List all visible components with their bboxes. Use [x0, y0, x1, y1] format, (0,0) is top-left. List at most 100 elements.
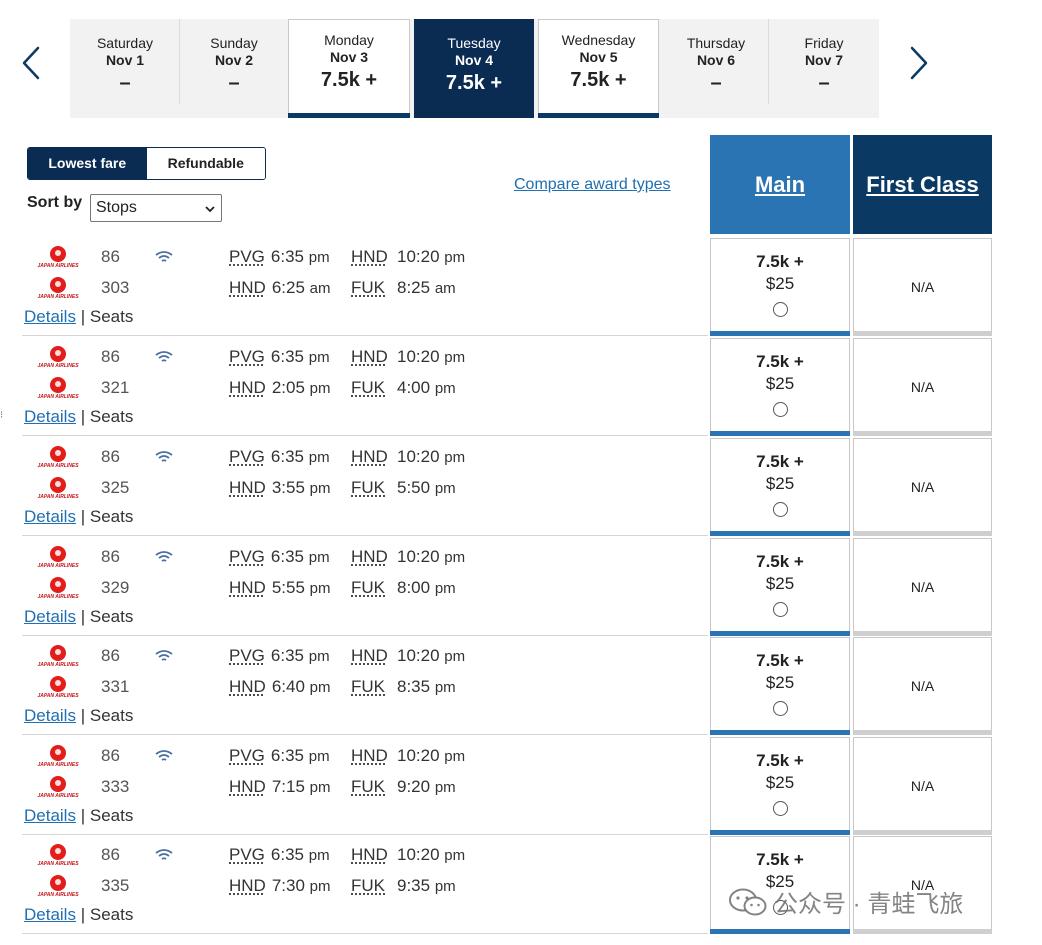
seats-link[interactable]: Seats: [90, 905, 133, 924]
origin-airport[interactable]: PVG: [229, 646, 265, 665]
seats-link[interactable]: Seats: [90, 706, 133, 725]
date-tab-monday[interactable]: Monday Nov 3 7.5k +: [288, 19, 410, 118]
main-fare-cell[interactable]: 7.5k + $25: [710, 438, 850, 536]
row-links: Details | Seats: [24, 607, 133, 627]
flight-segment: HND 3:55 pm FUK 5:50 pm: [229, 478, 456, 498]
date-tab-friday[interactable]: Friday Nov 7 –: [769, 19, 879, 111]
destination-airport[interactable]: FUK: [351, 278, 385, 298]
japan-airlines-logo: JAPAN AIRLINES: [36, 644, 80, 670]
origin-airport[interactable]: HND: [229, 677, 266, 696]
arrival-time: 9:20 pm: [397, 777, 456, 797]
main-fare-cell[interactable]: 7.5k + $25: [710, 637, 850, 735]
details-link[interactable]: Details: [24, 806, 76, 825]
flight-number: 86: [101, 746, 120, 765]
destination-airport[interactable]: HND: [351, 845, 388, 865]
flight-segment: HND 7:30 pm FUK 9:35 pm: [229, 876, 456, 896]
crane-logo-icon: [50, 676, 66, 692]
first-class-na: N/A: [910, 778, 935, 794]
origin-airport[interactable]: HND: [229, 876, 266, 895]
fare-radio[interactable]: [772, 502, 788, 517]
date-tab-wednesday[interactable]: Wednesday Nov 5 7.5k +: [538, 19, 659, 118]
destination-airport[interactable]: FUK: [351, 378, 385, 398]
seats-link[interactable]: Seats: [90, 407, 133, 426]
links-separator: |: [80, 905, 86, 924]
refundable-button[interactable]: Refundable: [146, 148, 265, 179]
departure-ampm: pm: [309, 779, 331, 796]
links-separator: |: [80, 706, 86, 725]
arrival-ampm: pm: [444, 249, 466, 266]
details-link[interactable]: Details: [24, 407, 76, 426]
destination-airport[interactable]: FUK: [351, 677, 385, 697]
date-tab-saturday[interactable]: Saturday Nov 1 –: [70, 19, 180, 111]
main-fare-cell[interactable]: 7.5k + $25: [710, 538, 850, 636]
departure-time-value: 6:25: [271, 278, 305, 297]
origin-airport[interactable]: HND: [229, 777, 266, 796]
main-fare-cell[interactable]: 7.5k + $25: [710, 338, 850, 436]
destination-airport[interactable]: FUK: [351, 876, 385, 896]
seats-link[interactable]: Seats: [90, 607, 133, 626]
origin-airport[interactable]: HND: [229, 378, 266, 397]
details-link[interactable]: Details: [24, 607, 76, 626]
fare-radio[interactable]: [772, 801, 788, 816]
destination-airport[interactable]: HND: [351, 347, 388, 367]
destination-airport[interactable]: HND: [351, 746, 388, 766]
date-tab-sunday[interactable]: Sunday Nov 2 –: [180, 19, 288, 111]
arrival-ampm: pm: [434, 480, 456, 497]
origin-airport[interactable]: PVG: [229, 746, 265, 765]
arrival-ampm: pm: [434, 580, 456, 597]
sort-label: Sort by: [27, 194, 83, 211]
cabin-header-first-class[interactable]: First Class: [853, 135, 992, 234]
destination-airport[interactable]: HND: [351, 247, 388, 267]
departure-time-value: 2:05: [271, 378, 305, 397]
arrival-time-value: 10:20: [397, 247, 440, 266]
cabin-header-main[interactable]: Main: [710, 135, 850, 234]
details-link[interactable]: Details: [24, 307, 76, 326]
fare-radio[interactable]: [772, 701, 788, 716]
origin-airport[interactable]: PVG: [229, 247, 265, 266]
main-fare-cell[interactable]: 7.5k + $25: [710, 238, 850, 336]
japan-airlines-logo: JAPAN AIRLINES: [36, 445, 80, 471]
lowest-fare-button[interactable]: Lowest fare: [28, 148, 147, 179]
destination-airport[interactable]: HND: [351, 447, 388, 467]
departure-time-value: 7:30: [271, 876, 305, 895]
flight-segment: HND 7:15 pm FUK 9:20 pm: [229, 777, 456, 797]
day-price: 7.5k +: [445, 72, 503, 94]
origin-airport[interactable]: PVG: [229, 547, 265, 566]
next-dates-button[interactable]: [902, 40, 932, 86]
origin-airport[interactable]: HND: [229, 578, 266, 597]
destination-airport[interactable]: FUK: [351, 777, 385, 797]
seats-link[interactable]: Seats: [90, 507, 133, 526]
details-link[interactable]: Details: [24, 706, 76, 725]
wifi-icon: [155, 649, 173, 663]
destination-airport[interactable]: HND: [351, 646, 388, 666]
fare-type-toggle: Lowest fare Refundable: [27, 147, 266, 180]
origin-airport[interactable]: PVG: [229, 347, 265, 366]
airline-logo-text: JAPAN AIRLINES: [37, 793, 79, 799]
seats-link[interactable]: Seats: [90, 307, 133, 326]
date-tab-thursday[interactable]: Thursday Nov 6 –: [663, 19, 769, 111]
destination-airport[interactable]: FUK: [351, 578, 385, 598]
first-class-na: N/A: [910, 678, 935, 694]
sort-select[interactable]: Stops: [90, 194, 222, 222]
airline-logo-text: JAPAN AIRLINES: [37, 861, 79, 867]
edge-mark: ⁝: [0, 410, 4, 421]
date-tab-tuesday[interactable]: Tuesday Nov 4 7.5k +: [414, 19, 534, 118]
main-fare-cell[interactable]: 7.5k + $25: [710, 737, 850, 835]
origin-airport[interactable]: PVG: [229, 845, 265, 864]
origin-airport[interactable]: PVG: [229, 447, 265, 466]
details-link[interactable]: Details: [24, 507, 76, 526]
fare-radio[interactable]: [772, 402, 788, 417]
origin-airport[interactable]: HND: [229, 478, 266, 497]
origin-airport[interactable]: HND: [229, 278, 266, 297]
destination-airport[interactable]: HND: [351, 547, 388, 567]
departure-time-value: 6:35: [270, 347, 304, 366]
flight-row: JAPAN AIRLINES 86 PVG 6:35 pm HND 10:20 pm JAP…: [22, 536, 992, 636]
fare-radio[interactable]: [772, 302, 788, 317]
destination-airport[interactable]: FUK: [351, 478, 385, 498]
seats-link[interactable]: Seats: [90, 806, 133, 825]
fare-radio[interactable]: [772, 602, 788, 617]
day-price: 7.5k +: [570, 69, 627, 91]
prev-dates-button[interactable]: [18, 40, 48, 86]
compare-award-types-link[interactable]: Compare award types: [514, 176, 671, 194]
details-link[interactable]: Details: [24, 905, 76, 924]
